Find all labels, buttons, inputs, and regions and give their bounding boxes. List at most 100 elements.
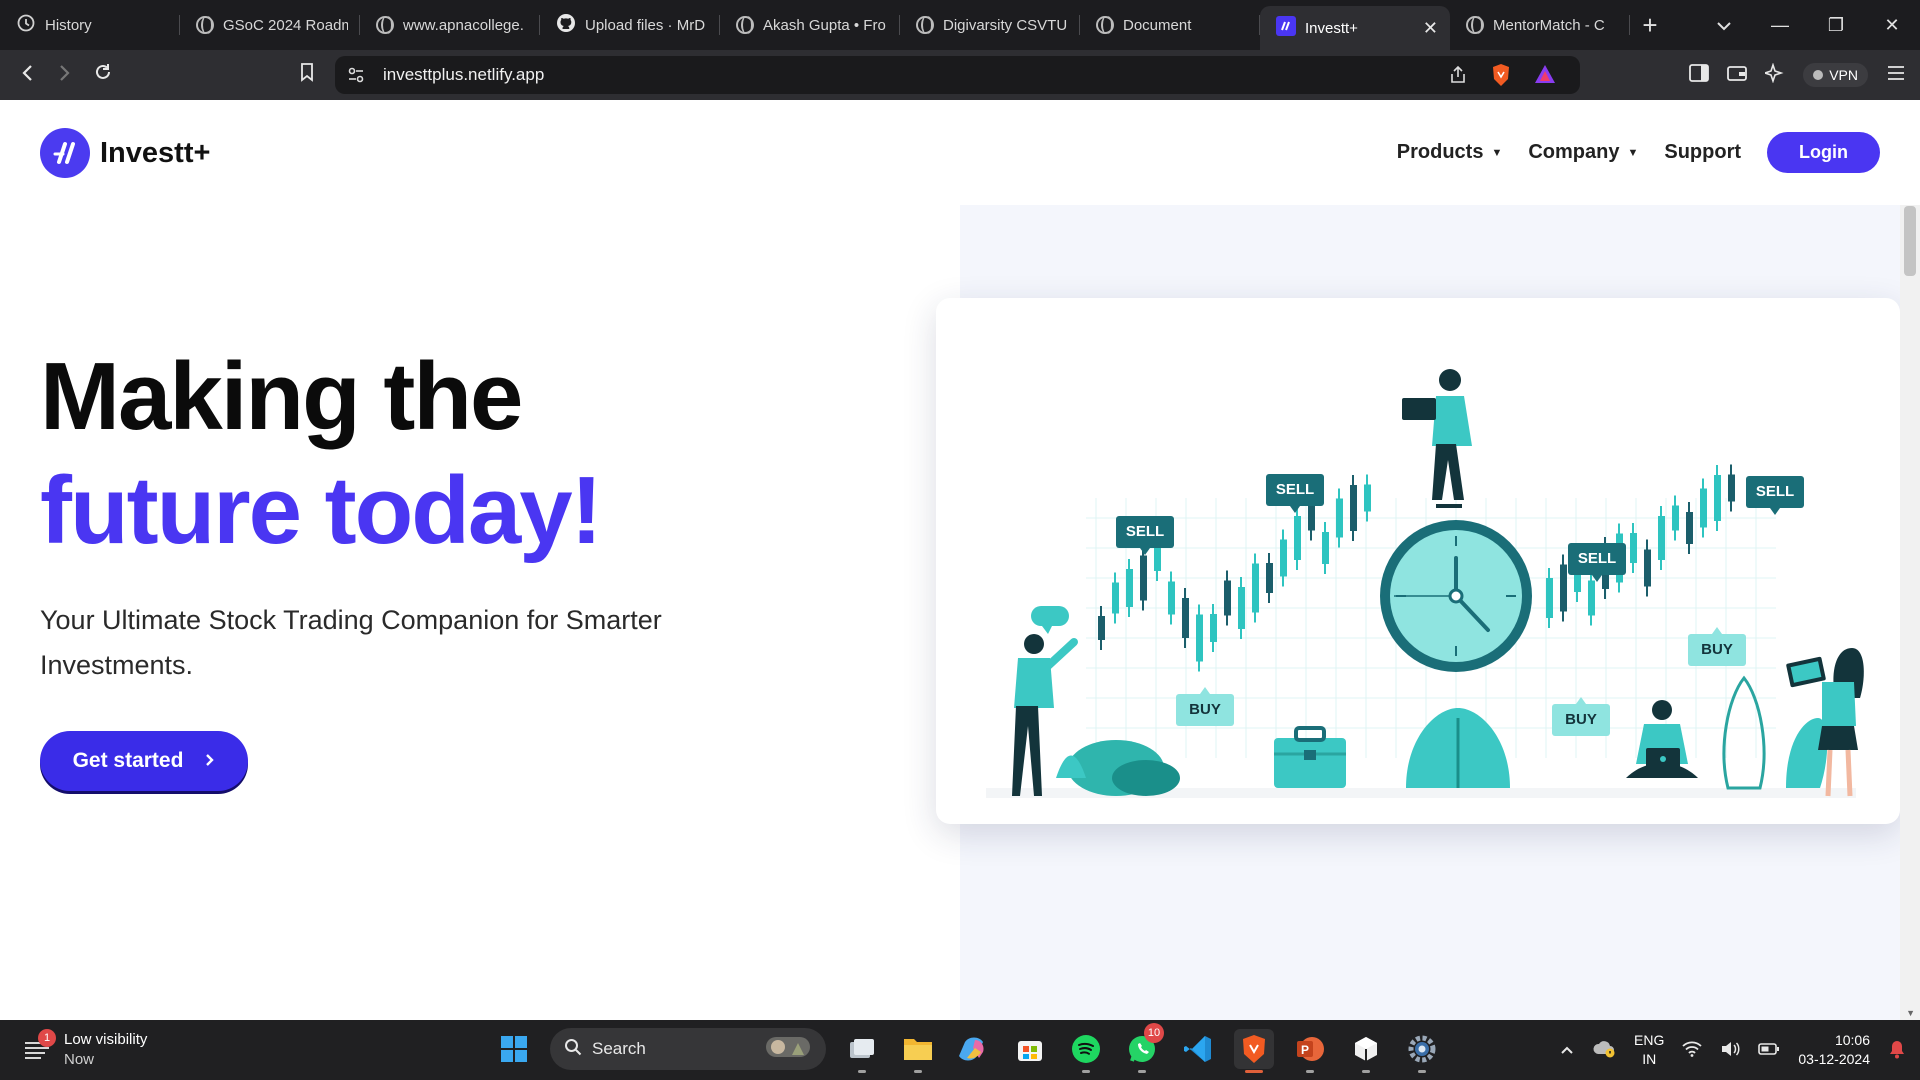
terminal-box-app[interactable] [1346,1029,1386,1073]
chevron-right-icon [205,749,215,773]
onedrive-warning-icon[interactable] [1592,1040,1616,1061]
candle-body [1182,598,1189,638]
brave-browser-app[interactable] [1234,1029,1274,1073]
nav-company[interactable]: Company ▼ [1528,141,1638,164]
candle-body [1672,505,1679,531]
share-icon[interactable] [1448,65,1468,90]
brand-name: Investt+ [100,136,211,169]
tab-akash-gupta[interactable]: Akash Gupta • Fro [720,0,900,50]
page-scrollbar[interactable] [1900,205,1920,1020]
sell-tag: SELL [1116,516,1174,561]
brand-logo[interactable]: Investt+ [40,128,210,178]
wallet-icon[interactable] [1727,64,1748,87]
tab-gsoc[interactable]: GSoC 2024 Roadm [180,0,360,50]
new-tab-button[interactable]: + [1630,0,1670,50]
tab-document[interactable]: Document [1080,0,1260,50]
back-button[interactable] [8,62,46,88]
search-highlight-icon [760,1033,816,1066]
leo-ai-icon[interactable] [1762,61,1785,88]
scrollbar-thumb[interactable] [1904,206,1916,276]
restore-window-button[interactable]: ❐ [1808,15,1864,36]
app-indicator [1362,1070,1370,1073]
tab-label: Akash Gupta • Fro [763,16,886,34]
sell-tag-label: SELL [1755,483,1795,500]
brave-rewards-icon[interactable] [1534,64,1556,89]
vscode-app[interactable] [1178,1029,1218,1069]
candle-body [1644,549,1651,587]
briefcase-icon [1274,726,1346,788]
address-bar[interactable]: investtplus.netlify.app [335,56,1580,94]
search-icon [564,1038,582,1061]
close-window-button[interactable]: ✕ [1864,15,1920,36]
spotify-app[interactable] [1066,1029,1106,1073]
nav-products[interactable]: Products ▼ [1397,141,1503,164]
notification-bell-icon[interactable] [1888,1039,1906,1062]
nav-company-label: Company [1528,141,1620,163]
close-tab-icon[interactable]: ✕ [1423,18,1438,39]
tab-digivarsity[interactable]: Digivarsity CSVTU [900,0,1080,50]
reload-button[interactable] [84,62,122,88]
candle-body [1350,485,1357,531]
vpn-button[interactable]: VPN [1803,63,1868,87]
candle-body [1364,484,1371,512]
wifi-icon[interactable] [1682,1041,1702,1060]
candle-body [1546,578,1553,618]
app-indicator [1306,1070,1314,1073]
clock-time: 10:06 [1834,1032,1870,1048]
language-indicator[interactable]: ENG IN [1634,1031,1664,1069]
task-view-button[interactable] [842,1029,882,1073]
brave-shields-icon[interactable] [1490,63,1512,92]
github-icon [556,13,576,37]
start-button[interactable] [494,1029,534,1069]
taskbar-search[interactable]: Search [550,1028,826,1070]
system-clock[interactable]: 10:06 03-12-2024 [1798,1031,1870,1069]
vpn-status-dot [1813,70,1824,80]
plant-decoration [1722,675,1828,790]
microsoft-store-app[interactable] [1010,1029,1050,1069]
candle-body [1140,555,1147,601]
app-indicator [1418,1070,1426,1073]
app-indicator [1245,1070,1263,1073]
nav-support[interactable]: Support [1664,141,1741,164]
login-button[interactable]: Login [1767,132,1880,173]
show-hidden-icons-chevron-icon[interactable] [1560,1042,1574,1058]
whatsapp-badge: 10 [1144,1023,1164,1043]
person-sitting-laptop-figure [1626,700,1698,778]
app-indicator [914,1070,922,1073]
investt-logo-icon [40,128,90,178]
menu-icon[interactable] [1886,65,1906,86]
site-settings-icon[interactable] [347,66,365,89]
candle-body [1294,516,1301,560]
battery-icon[interactable] [1758,1042,1780,1059]
candle-body [1658,516,1665,560]
investt-favicon-icon [1276,16,1296,40]
volume-icon[interactable] [1720,1041,1740,1060]
clock-icon [1380,520,1532,672]
tab-search-chevron-icon[interactable] [1696,15,1752,36]
buy-tag: BUY [1688,626,1746,671]
weather-widget[interactable]: 1 Low visibility Now [22,1028,147,1070]
minimize-window-button[interactable]: — [1752,15,1808,36]
scroll-down-arrow-icon[interactable]: ▼ [1906,1008,1915,1018]
sidebar-toggle-icon[interactable] [1689,63,1710,87]
tab-mentormatch[interactable]: MentorMatch - C [1450,0,1630,50]
file-explorer-app[interactable] [898,1029,938,1073]
tab-label: www.apnacollege. [403,16,524,34]
tab-github-upload[interactable]: Upload files · MrD [540,0,720,50]
hero-subtitle: Your Ultimate Stock Trading Companion fo… [40,605,662,680]
powerpoint-app[interactable]: P [1290,1029,1330,1073]
copilot-app[interactable] [954,1029,994,1069]
get-started-button[interactable]: Get started [40,731,248,791]
tab-history[interactable]: History [0,0,180,50]
forward-button[interactable] [46,62,84,88]
whatsapp-app[interactable]: 10 [1122,1023,1164,1073]
stock-trading-illustration [986,369,1864,798]
svg-text:P: P [1301,1043,1309,1057]
tab-investt-active[interactable]: Investt+ ✕ [1260,6,1450,50]
tab-apnacollege[interactable]: www.apnacollege. [360,0,540,50]
settings-app[interactable] [1402,1029,1442,1073]
candle-body [1210,614,1217,642]
chevron-down-icon: ▼ [1491,146,1503,159]
haze-weather-icon: 1 [22,1028,56,1068]
bookmark-icon[interactable] [288,62,326,88]
